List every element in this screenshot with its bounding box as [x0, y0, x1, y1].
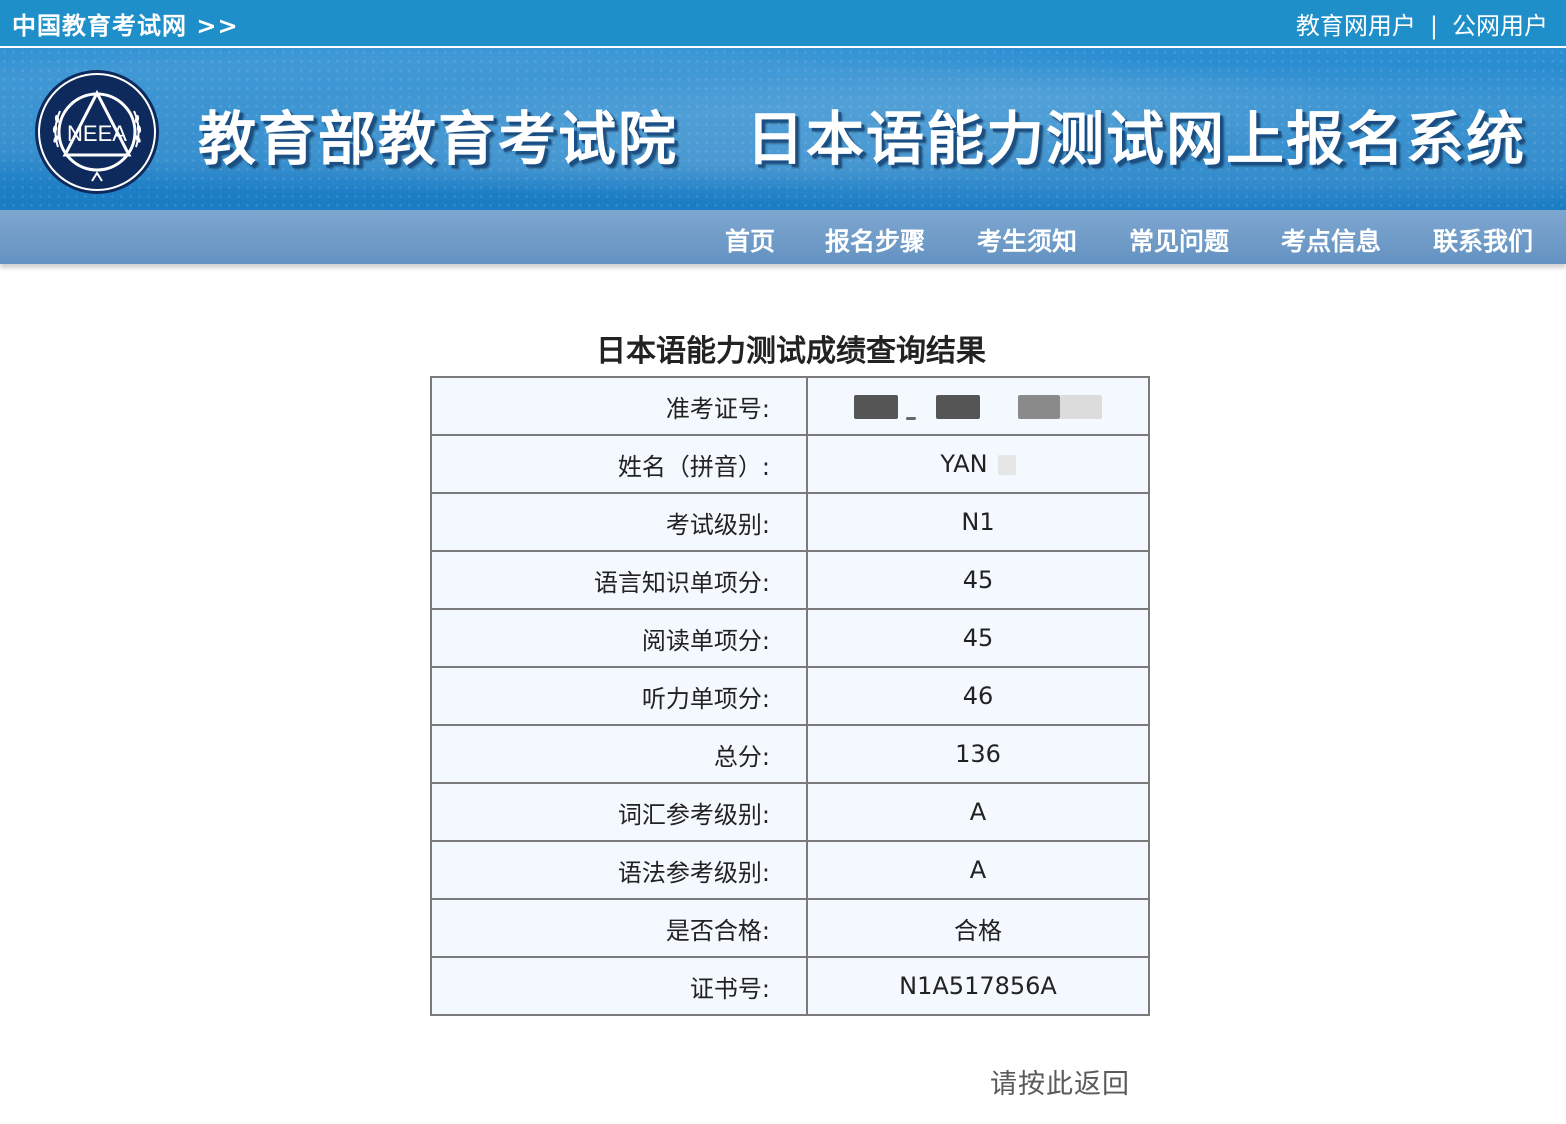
language-knowledge-score: 45: [806, 550, 1150, 610]
header-banner: NEEA 教育部教育考试院 日本语能力测试网上报名系统: [0, 48, 1566, 210]
public-net-user-link[interactable]: 公网用户: [1452, 12, 1548, 40]
nav-home[interactable]: 首页: [725, 222, 775, 258]
certificate-number: N1A517856A: [806, 956, 1150, 1016]
level-value: N1: [806, 492, 1150, 552]
table-row: 语法参考级别: A: [430, 840, 1150, 900]
row-label-level: 考试级别:: [430, 492, 808, 552]
row-label-total: 总分:: [430, 724, 808, 784]
row-label-certificate: 证书号:: [430, 956, 808, 1016]
table-row: 总分: 136: [430, 724, 1150, 784]
main-nav: 首页 报名步骤 考生须知 常见问题 考点信息 联系我们: [0, 210, 1566, 264]
row-label-language-knowledge: 语言知识单项分:: [430, 550, 808, 610]
row-label-vocabulary-grade: 词汇参考级别:: [430, 782, 808, 842]
name-value: YAN: [806, 434, 1150, 494]
exam-number-value: [806, 376, 1150, 436]
table-row: 语言知识单项分: 45: [430, 550, 1150, 610]
table-row: 是否合格: 合格: [430, 898, 1150, 958]
grammar-grade: A: [806, 840, 1150, 900]
redaction-mark: [1018, 395, 1060, 419]
user-type-links: 教育网用户 | 公网用户: [1296, 6, 1548, 41]
table-row: 准考证号:: [430, 376, 1150, 436]
row-label-grammar-grade: 语法参考级别:: [430, 840, 808, 900]
system-title: 日本语能力测试网上报名系统: [746, 105, 1527, 173]
nav-test-center-info[interactable]: 考点信息: [1281, 222, 1381, 258]
nav-contact-us[interactable]: 联系我们: [1433, 222, 1533, 258]
vocabulary-grade: A: [806, 782, 1150, 842]
row-label-pass: 是否合格:: [430, 898, 808, 958]
redaction-mark: [1060, 395, 1102, 419]
logo-text: NEEA: [67, 121, 127, 146]
row-label-name: 姓名（拼音）:: [430, 434, 808, 494]
redaction-mark: [854, 395, 898, 419]
row-label-listening: 听力单项分:: [430, 666, 808, 726]
score-result-table: 准考证号: 姓名（拼音）: YAN 考试级别: N1 语言知识单项分: 45 阅…: [430, 376, 1150, 1016]
table-row: 考试级别: N1: [430, 492, 1150, 552]
nav-registration-steps[interactable]: 报名步骤: [825, 222, 925, 258]
row-label-reading: 阅读单项分:: [430, 608, 808, 668]
listening-score: 46: [806, 666, 1150, 726]
user-links-separator: |: [1429, 12, 1438, 40]
edu-net-user-link[interactable]: 教育网用户: [1296, 12, 1416, 40]
table-row: 姓名（拼音）: YAN: [430, 434, 1150, 494]
top-bar: 中国教育考试网 >> 教育网用户 | 公网用户: [0, 0, 1566, 48]
name-text: YAN: [940, 450, 988, 478]
row-label-exam-number: 准考证号:: [430, 376, 808, 436]
nav-faq[interactable]: 常见问题: [1129, 222, 1229, 258]
total-score: 136: [806, 724, 1150, 784]
result-title: 日本语能力测试成绩查询结果: [596, 334, 986, 369]
redaction-mark: [906, 417, 916, 420]
table-row: 证书号: N1A517856A: [430, 956, 1150, 1016]
table-row: 词汇参考级别: A: [430, 782, 1150, 842]
back-link[interactable]: 请按此返回: [990, 1062, 1130, 1101]
redaction-mark: [997, 455, 1016, 475]
redaction-mark: [936, 395, 980, 419]
reading-score: 45: [806, 608, 1150, 668]
site-home-link[interactable]: 中国教育考试网 >>: [12, 6, 239, 41]
table-row: 阅读单项分: 45: [430, 608, 1150, 668]
nav-candidate-notice[interactable]: 考生须知: [977, 222, 1077, 258]
neea-logo-icon: NEEA: [35, 70, 159, 194]
pass-status: 合格: [806, 898, 1150, 958]
table-row: 听力单项分: 46: [430, 666, 1150, 726]
institute-title: 教育部教育考试院: [198, 105, 679, 173]
